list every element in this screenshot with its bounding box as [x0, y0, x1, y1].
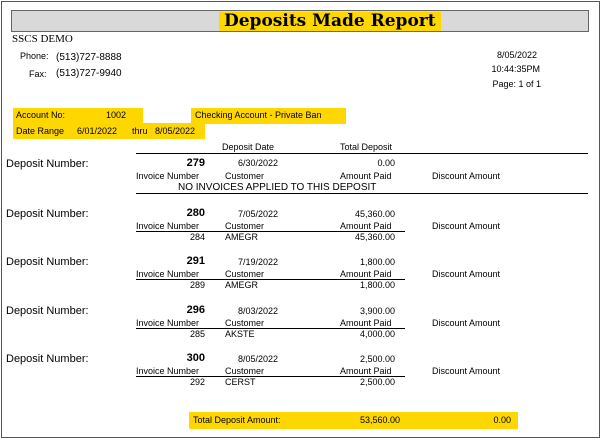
fax-label: Fax: [29, 69, 47, 79]
invoice-number-header: Invoice Number [136, 221, 200, 231]
deposit-date: 8/05/2022 [238, 354, 279, 364]
fax-number: (513)727-9940 [56, 68, 122, 79]
invoice-customer: AKSTE [225, 329, 255, 339]
invoice-number: 292 [189, 377, 205, 387]
invoice-number-header: Invoice Number [136, 366, 200, 376]
deposit-number: 300 [186, 352, 205, 364]
report-date: 8/05/2022 [496, 50, 537, 60]
invoice-number: 284 [189, 232, 205, 242]
column-deposit-date: Deposit Date [222, 142, 275, 152]
deposit-total: 2,500.00 [359, 354, 395, 364]
deposit-date: 7/05/2022 [238, 209, 279, 219]
deposit-number-label: Deposit Number: [6, 208, 89, 220]
deposit-date: 8/03/2022 [238, 306, 279, 316]
phone-label: Phone: [20, 51, 49, 61]
date-range-from: 6/01/2022 [77, 126, 118, 136]
amount-paid-header: Amount Paid [340, 269, 392, 279]
total-deposit-amount: 53,560.00 [359, 415, 400, 425]
account-number: 1002 [106, 110, 127, 120]
invoice-number-header: Invoice Number [136, 318, 200, 328]
deposit-rule [136, 193, 588, 194]
report-time: 10:44:35PM [491, 64, 540, 74]
customer-header: Customer [225, 171, 265, 181]
header-rule [136, 153, 588, 154]
deposit-total: 45,360.00 [354, 209, 395, 219]
invoice-number: 285 [189, 329, 205, 339]
deposit-date: 7/19/2022 [238, 257, 279, 267]
discount-amount-header: Discount Amount [432, 221, 501, 231]
date-range-to: 8/05/2022 [155, 126, 196, 136]
invoice-amount-paid: 2,500.00 [359, 377, 395, 387]
discount-amount-header: Discount Amount [432, 318, 501, 328]
account-name: Checking Account - Private Ban [191, 108, 346, 124]
invoice-number: 289 [189, 280, 205, 290]
title-bar: Deposits Made Report [11, 10, 589, 32]
amount-paid-header: Amount Paid [340, 318, 392, 328]
invoice-amount-paid: 45,360.00 [354, 232, 395, 242]
customer-header: Customer [225, 269, 265, 279]
account-label: Account No: [16, 110, 66, 120]
invoice-customer: AMEGR [225, 232, 259, 242]
company-name: SSCS DEMO [12, 33, 73, 45]
deposit-number-label: Deposit Number: [6, 158, 89, 170]
invoice-amount-paid: 1,800.00 [359, 280, 395, 290]
column-total-deposit: Total Deposit [340, 142, 393, 152]
deposit-number: 296 [186, 304, 205, 316]
page-number: Page: 1 of 1 [492, 79, 541, 89]
total-discount-amount: 0.00 [493, 415, 511, 425]
discount-amount-header: Discount Amount [432, 366, 501, 376]
amount-paid-header: Amount Paid [340, 221, 392, 231]
total-deposit-label: Total Deposit Amount: [193, 415, 281, 425]
customer-header: Customer [225, 221, 265, 231]
no-invoices-message: NO INVOICES APPLIED TO THIS DEPOSIT [178, 182, 377, 193]
deposit-number-label: Deposit Number: [6, 305, 89, 317]
deposit-total: 0.00 [377, 158, 395, 168]
report-title: Deposits Made Report [219, 12, 441, 31]
deposit-total: 1,800.00 [359, 257, 395, 267]
customer-header: Customer [225, 318, 265, 328]
customer-header: Customer [225, 366, 265, 376]
invoice-amount-paid: 4,000.00 [359, 329, 395, 339]
date-range-thru: thru [132, 126, 148, 136]
phone-number: (513)727-8888 [56, 52, 122, 63]
invoice-customer: AMEGR [225, 280, 259, 290]
discount-amount-header: Discount Amount [432, 269, 501, 279]
deposit-number: 280 [186, 207, 205, 219]
deposit-number-label: Deposit Number: [6, 353, 89, 365]
amount-paid-header: Amount Paid [340, 366, 392, 376]
invoice-number-header: Invoice Number [136, 171, 200, 181]
invoice-customer: CERST [225, 377, 256, 387]
amount-paid-header: Amount Paid [340, 171, 392, 181]
deposit-number-label: Deposit Number: [6, 256, 89, 268]
discount-amount-header: Discount Amount [432, 171, 501, 181]
date-range-label: Date Range [16, 126, 65, 136]
deposit-number: 279 [186, 157, 205, 169]
invoice-number-header: Invoice Number [136, 269, 200, 279]
deposit-date: 6/30/2022 [238, 158, 279, 168]
deposit-number: 291 [186, 255, 205, 267]
deposit-total: 3,900.00 [359, 306, 395, 316]
